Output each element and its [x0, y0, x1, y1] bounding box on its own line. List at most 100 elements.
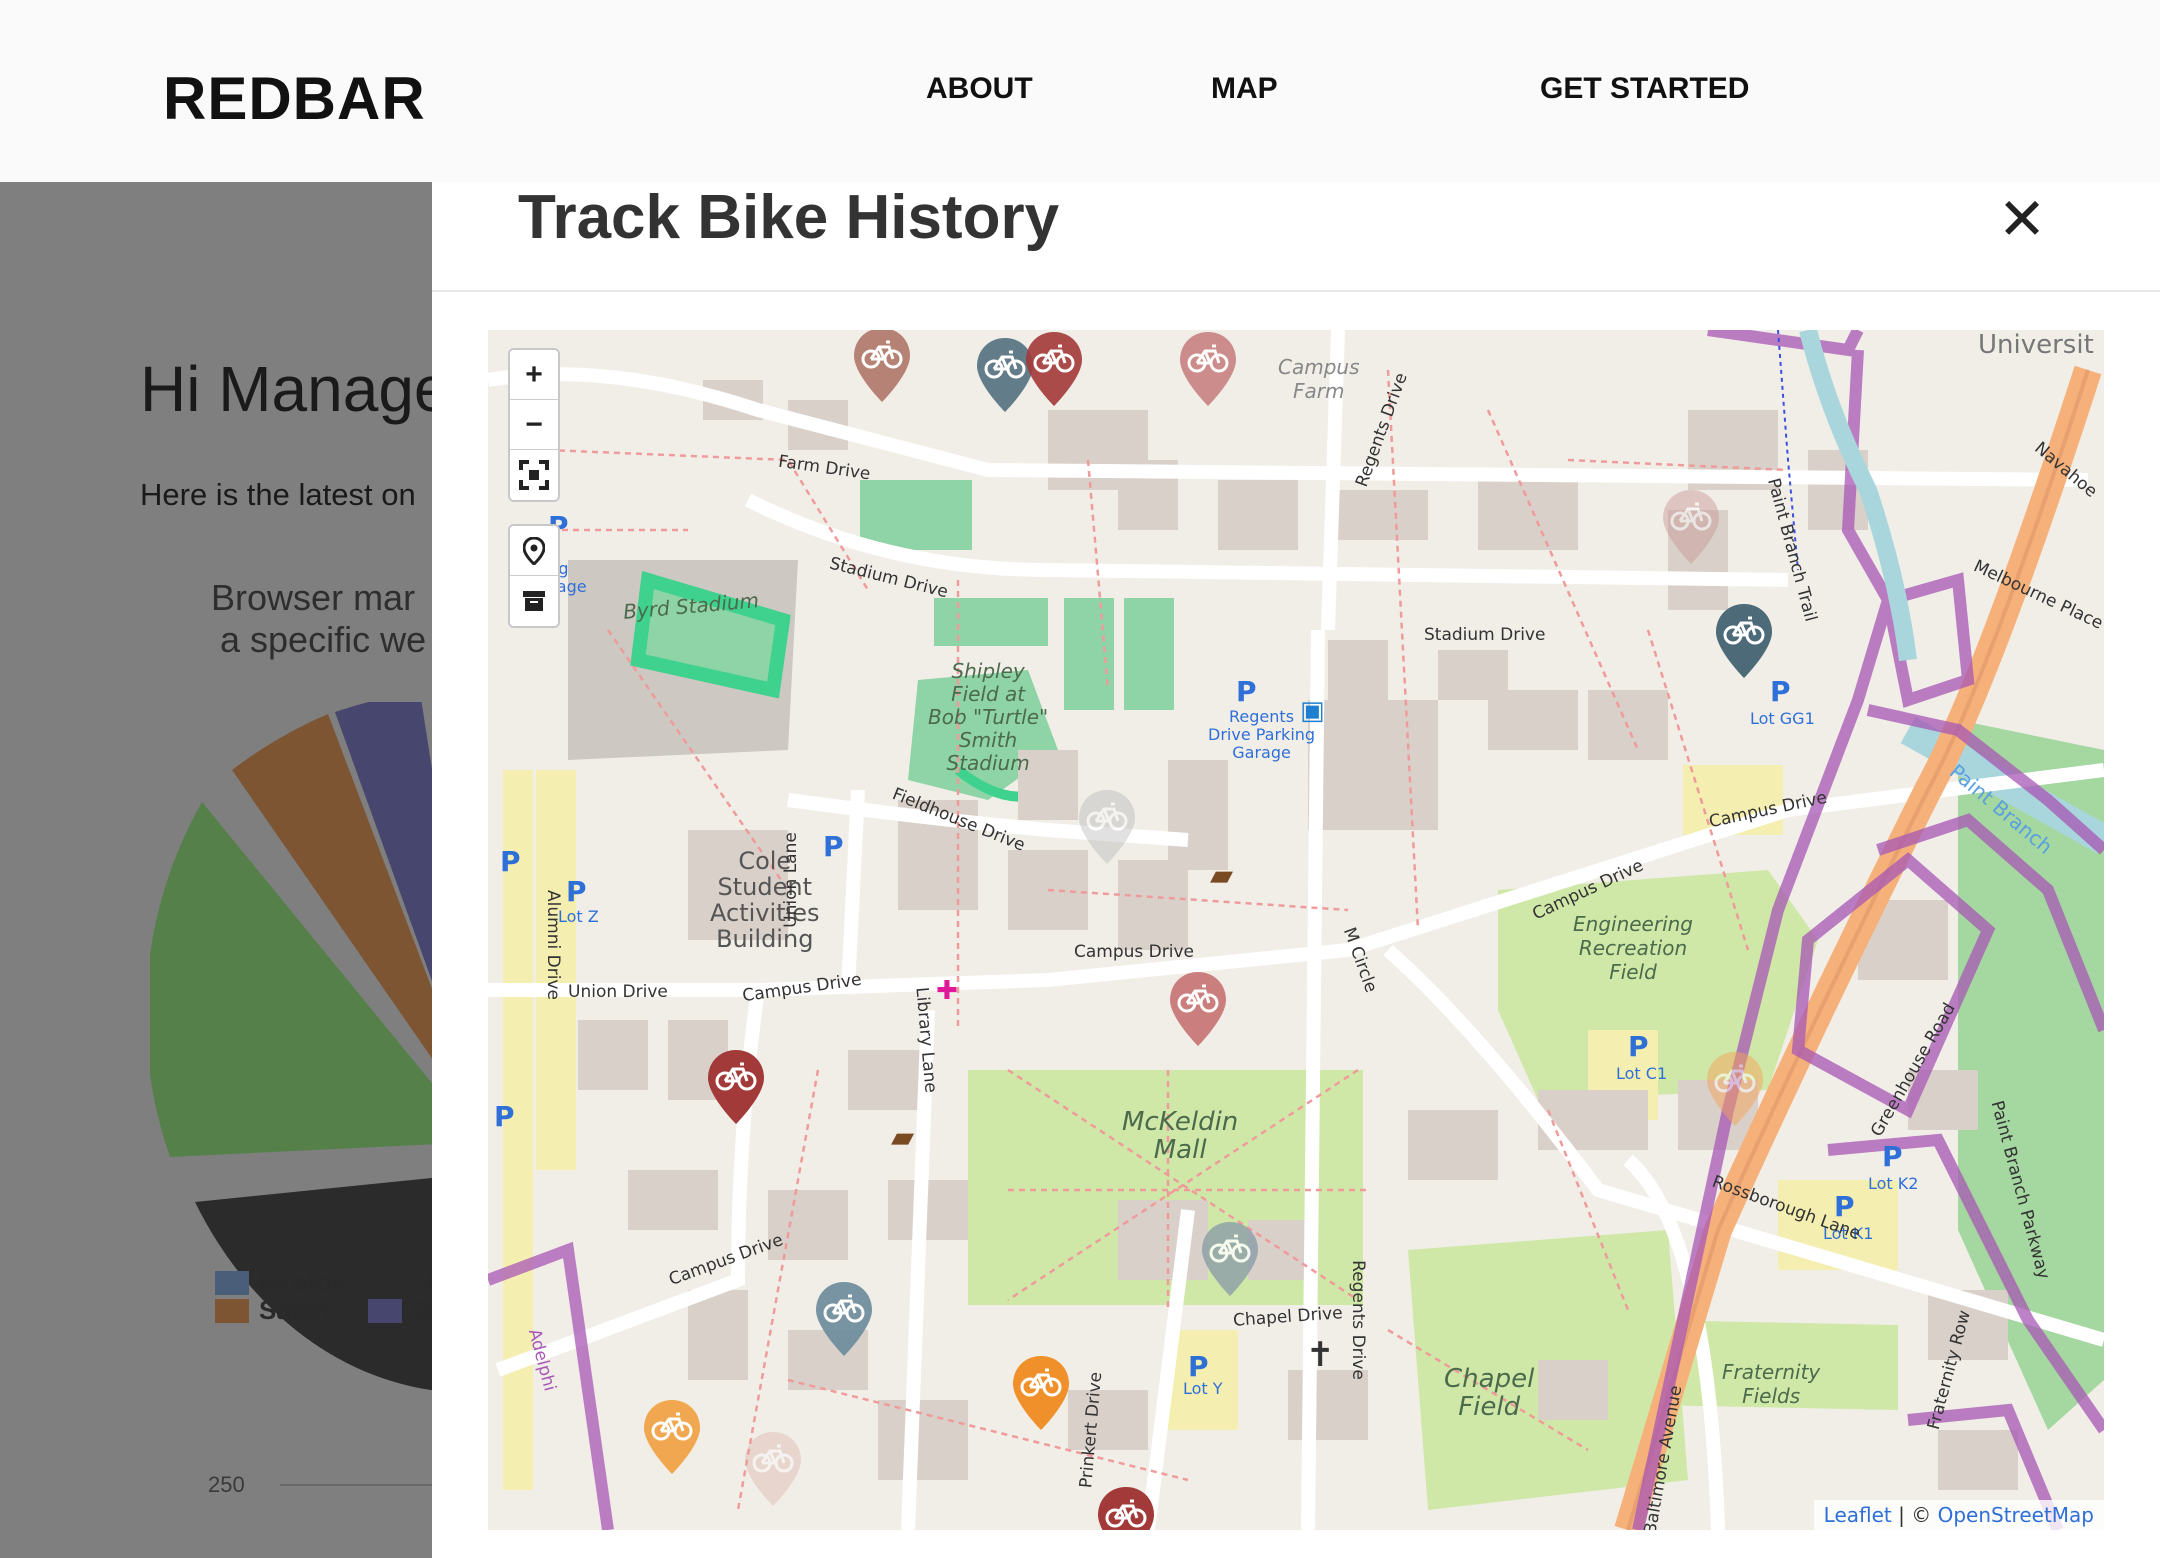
greeting-subtitle: Here is the latest on — [140, 477, 416, 512]
hospital-icon: ✚ — [936, 976, 958, 1006]
chart-title-line-1: Browser mar — [211, 577, 416, 618]
map-label: Lot Y — [1183, 1379, 1223, 1398]
map-label-line: Regents — [1229, 707, 1295, 726]
map-label: Campus Farm — [1278, 355, 1360, 403]
map-label: Campus Drive — [1074, 942, 1194, 962]
attribution-separator: | © — [1891, 1503, 1938, 1527]
map-label-line: McKeldin — [1122, 1107, 1239, 1137]
map-label-line: Fields — [1742, 1384, 1801, 1408]
openstreetmap-link[interactable]: OpenStreetMap — [1938, 1503, 2094, 1527]
map-label-line: Shipley — [951, 659, 1025, 683]
map-label: Lot C1 — [1616, 1064, 1668, 1083]
map-label-line: Field — [1609, 960, 1657, 984]
leaflet-link[interactable]: Leaflet — [1824, 1503, 1892, 1527]
map-label-line: Bob "Turtle" — [928, 705, 1049, 729]
bike-marker-icon[interactable] — [1661, 488, 1721, 566]
map-label-line: Chapel — [1444, 1364, 1535, 1394]
map-label: Chapel Field — [1444, 1365, 1534, 1421]
map-label: Lot Z — [558, 907, 599, 926]
map-label-line: Activities — [710, 899, 820, 927]
parking-icon: P — [494, 1100, 515, 1133]
map-label-line: Stadium — [946, 751, 1030, 775]
legend-label: Safari — [259, 1295, 332, 1325]
close-icon[interactable]: ✕ — [1992, 190, 2052, 250]
map-label: Regents Drive Parking Garage — [1208, 708, 1315, 762]
map-label-line: Field at — [951, 682, 1026, 706]
map-label-line: Smith — [958, 728, 1018, 752]
map-label-line: Fraternity — [1722, 1360, 1821, 1384]
bike-marker-icon[interactable] — [706, 1048, 766, 1126]
bike-marker-icon[interactable] — [1168, 970, 1228, 1048]
chart-title-line-2: a specific we — [220, 619, 427, 660]
map-label-line: Recreation — [1578, 936, 1688, 960]
map-view[interactable]: Farm Drive Stadium Drive Stadium Drive B… — [488, 330, 2104, 1530]
map-label-line: Field — [1458, 1392, 1521, 1422]
nav-about-link[interactable]: ABOUT — [926, 72, 1033, 106]
parking-icon: P — [1628, 1030, 1649, 1063]
archive-icon[interactable] — [510, 576, 558, 626]
map-label: Alumni Drive — [542, 890, 563, 1000]
map-label-line: Drive Parking — [1208, 725, 1316, 744]
zoom-out-button[interactable]: − — [510, 400, 558, 450]
map-label-line: Campus — [1278, 355, 1360, 379]
legend-swatch — [215, 1270, 249, 1295]
map-attribution: Leaflet | © OpenStreetMap — [1813, 1500, 2104, 1530]
bike-marker-icon[interactable] — [1714, 602, 1774, 680]
map-label-line: Engineering — [1573, 912, 1693, 936]
parking-icon: P — [823, 830, 844, 863]
nav-get-started-link[interactable]: GET STARTED — [1540, 72, 1749, 106]
map-label: Lot GG1 — [1750, 709, 1815, 728]
greeting-heading: Hi Manage — [140, 353, 450, 425]
map-label-line: Cole — [738, 847, 792, 875]
map-label: Engineering Recreation Field — [1573, 912, 1693, 984]
map-label: Regents Drive — [1347, 1260, 1368, 1380]
bus-stop-icon: ▣ — [1300, 696, 1325, 726]
top-navbar: REDBAR ABOUT MAP GET STARTED — [0, 0, 2160, 182]
bike-marker-icon[interactable] — [1011, 1354, 1071, 1432]
map-label: Lot K2 — [1868, 1174, 1919, 1193]
location-pin-icon[interactable] — [510, 526, 558, 576]
parking-icon: P — [1236, 675, 1257, 708]
zoom-in-button[interactable]: + — [510, 350, 558, 400]
map-label: Universit — [1978, 330, 2094, 360]
bike-marker-icon[interactable] — [642, 1398, 702, 1476]
fullscreen-icon[interactable] — [510, 450, 558, 500]
bike-marker-icon[interactable] — [1077, 788, 1137, 866]
bike-marker-icon[interactable] — [1178, 330, 1238, 408]
bike-marker-icon[interactable] — [743, 1430, 803, 1508]
bike-marker-icon[interactable] — [852, 330, 912, 404]
bike-marker-icon[interactable] — [1096, 1485, 1156, 1530]
legend-swatch — [383, 1270, 417, 1295]
legend-swatch — [215, 1298, 249, 1323]
church-icon: ✝ — [1306, 1335, 1335, 1375]
legend-swatch — [368, 1298, 402, 1323]
legend-label: O — [412, 1295, 433, 1325]
nav-map-link[interactable]: MAP — [1211, 72, 1278, 106]
map-label-line: Farm — [1293, 379, 1345, 403]
parking-icon: P — [566, 875, 587, 908]
map-label: Union Lane — [780, 832, 801, 928]
map-label: Fraternity Fields — [1722, 1360, 1820, 1408]
bike-history-modal: Track Bike History ✕ Farm Drive Stadium … — [432, 182, 2160, 1558]
brand-logo[interactable]: REDBAR — [163, 64, 426, 133]
map-label-line: Building — [716, 925, 814, 953]
legend-item-safari: Safari — [215, 1295, 331, 1326]
bike-marker-icon[interactable] — [1200, 1220, 1260, 1298]
chart-title: Browser mar a specific we — [200, 577, 426, 661]
map-label-line: Mall — [1153, 1135, 1207, 1165]
modal-header-divider — [432, 290, 2160, 292]
legend-label: Firefox — [259, 1267, 346, 1297]
library-icon: ▰ — [1210, 858, 1234, 893]
zoom-control: + − — [508, 348, 560, 502]
axis-tick-label: 250 — [208, 1472, 245, 1497]
map-label-line: Student — [717, 873, 812, 901]
bike-marker-icon[interactable] — [1024, 330, 1084, 408]
axis-line — [280, 1484, 440, 1486]
parking-icon: P — [1882, 1140, 1903, 1173]
map-tools-control — [508, 524, 560, 628]
bike-marker-icon[interactable] — [814, 1280, 874, 1358]
bike-marker-icon[interactable] — [1705, 1050, 1765, 1128]
parking-icon: P — [500, 845, 521, 878]
legend-item-ie: I — [383, 1267, 434, 1298]
modal-title: Track Bike History — [518, 183, 1060, 252]
